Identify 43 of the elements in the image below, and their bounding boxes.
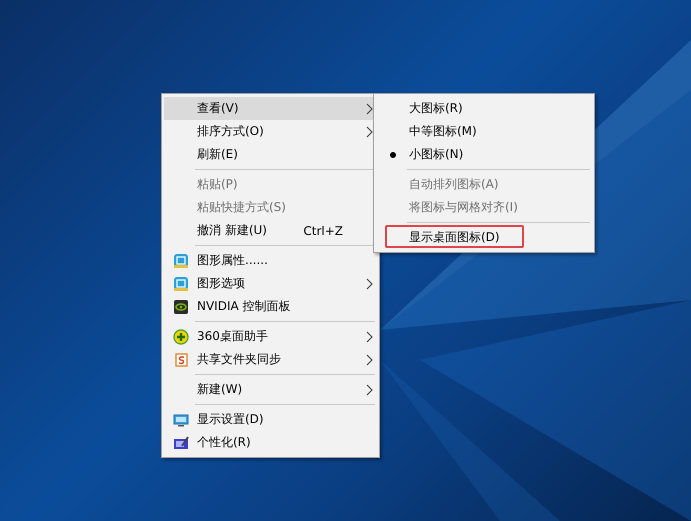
menu-item[interactable]: 显示设置(D) [164,408,377,431]
menu-item[interactable]: 刷新(E) [164,143,377,166]
menu-item[interactable]: 360桌面助手 [164,325,377,348]
menu-item[interactable]: 中等图标(M) [376,120,592,143]
shortcut-text: Ctrl+Z [303,224,343,238]
graphics-icon [172,252,188,268]
brush-screen-icon [172,434,188,450]
menu-label: 将图标与网格对齐(I) [409,200,518,214]
menu-label: 新建(W) [197,382,242,396]
menu-label: 自动排列图标(A) [409,177,499,191]
menu-label: 刷新(E) [197,147,238,161]
graphics-icon [172,276,188,292]
plus-circle-icon [172,328,188,344]
menu-label: 共享文件夹同步 [197,352,281,366]
menu-item[interactable]: 撤消 新建(U) Ctrl+Z [164,219,377,242]
menu-label: 查看(V) [197,101,239,115]
menu-label: 大图标(R) [409,101,463,115]
menu-label: 中等图标(M) [409,124,477,138]
menu-label: 360桌面助手 [197,329,268,343]
menu-label: 个性化(R) [197,435,251,449]
menu-item[interactable]: 小图标(N) [376,143,592,166]
highlighted-menu-label: 显示桌面图标(D) [385,225,524,248]
menu-label: 图形属性...... [197,253,268,267]
menu-item[interactable]: NVIDIA 控制面板 [164,295,377,318]
monitor-icon [172,412,188,428]
letter-s-icon [172,352,188,368]
menu-label: 撤消 新建(U) [197,223,267,237]
menu-item[interactable]: 排序方式(O) [164,120,377,143]
menu-item[interactable]: 大图标(R) [376,97,592,120]
menu-label: 排序方式(O) [197,124,264,138]
menu-label: NVIDIA 控制面板 [197,299,291,313]
menu-label: 粘贴(P) [197,177,238,191]
menu-label: 图形选项 [197,276,245,290]
menu-item[interactable]: 新建(W) [164,378,377,401]
menu-item[interactable]: 图形属性...... [164,249,377,272]
menu-item[interactable]: 图形选项 [164,272,377,295]
menu-item[interactable]: 共享文件夹同步 [164,348,377,371]
menu-label: 显示设置(D) [197,412,264,426]
menu-item[interactable]: 显示桌面图标(D) [376,226,592,249]
eye-logo-icon [172,298,188,314]
menu-item[interactable]: 个性化(R) [164,431,377,454]
menu-label: 粘贴快捷方式(S) [197,200,286,214]
menu-label: 小图标(N) [409,147,464,161]
